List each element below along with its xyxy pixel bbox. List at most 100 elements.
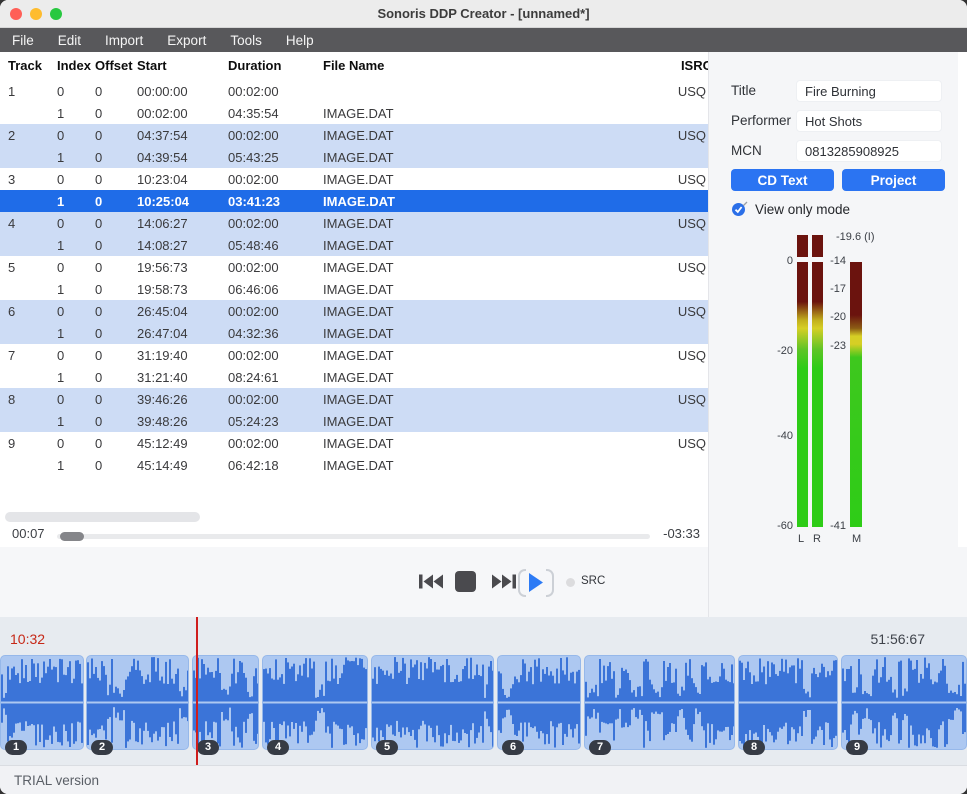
menu-item-tools[interactable]: Tools [230, 33, 262, 48]
table-row[interactable]: 1039:48:2605:24:23IMAGE.DAT [0, 410, 708, 432]
column-header-index[interactable]: Index [57, 58, 95, 73]
menu-item-file[interactable]: File [12, 33, 34, 48]
table-cell: 0 [95, 414, 137, 429]
menu-item-export[interactable]: Export [167, 33, 206, 48]
table-row[interactable]: 60026:45:0400:02:00IMAGE.DATUSQ [0, 300, 708, 322]
menu-item-import[interactable]: Import [105, 33, 143, 48]
stop-button[interactable] [455, 571, 476, 592]
next-track-icon [491, 573, 517, 590]
table-cell: IMAGE.DAT [323, 282, 560, 297]
table-row[interactable]: 1031:21:4008:24:61IMAGE.DAT [0, 366, 708, 388]
table-cell: 0 [57, 304, 95, 319]
waveform-track-block[interactable]: 4 [262, 655, 368, 750]
menu-bar: File Edit Import Export Tools Help [0, 28, 967, 52]
track-marker: 5 [376, 740, 398, 755]
meter-scale-label: -41 [812, 520, 846, 532]
table-row[interactable]: 70031:19:4000:02:00IMAGE.DATUSQ [0, 344, 708, 366]
table-cell: 0 [95, 128, 137, 143]
previous-track-button[interactable] [418, 573, 444, 593]
meter-scale-label: -60 [759, 520, 793, 532]
view-only-mode-checkbox[interactable]: View only mode [731, 201, 850, 217]
waveform-track-block[interactable]: 7 [584, 655, 735, 750]
table-cell: 0 [95, 436, 137, 451]
table-row[interactable]: 30010:23:0400:02:00IMAGE.DATUSQ [0, 168, 708, 190]
title-field[interactable] [796, 80, 942, 102]
table-row[interactable]: 90045:12:4900:02:00IMAGE.DATUSQ [0, 432, 708, 454]
waveform-track-strip: 123456789 [0, 655, 967, 750]
track-marker: 9 [846, 740, 868, 755]
remaining-time: -03:33 [650, 526, 700, 541]
table-row[interactable]: 1019:58:7306:46:06IMAGE.DAT [0, 278, 708, 300]
title-bar: Sonoris DDP Creator - [unnamed*] [0, 0, 967, 28]
waveform-track-block[interactable]: 1 [0, 655, 84, 750]
column-header-filename[interactable]: File Name [323, 58, 560, 73]
column-header-isrc[interactable]: ISRC [560, 58, 708, 73]
table-cell: 0 [95, 172, 137, 187]
playback-position-track[interactable] [57, 534, 650, 539]
table-row[interactable]: 1000:02:0004:35:54IMAGE.DAT [0, 102, 708, 124]
waveform-track-block[interactable]: 5 [371, 655, 494, 750]
menu-item-help[interactable]: Help [286, 33, 314, 48]
table-row[interactable]: 1026:47:0404:32:36IMAGE.DAT [0, 322, 708, 344]
table-row[interactable]: 10000:00:0000:02:00USQ [0, 80, 708, 102]
table-cell: 14:08:27 [137, 238, 228, 253]
table-cell: 08:24:61 [228, 370, 323, 385]
table-row[interactable]: 1010:25:0403:41:23IMAGE.DAT [0, 190, 708, 212]
table-row[interactable]: 80039:46:2600:02:00IMAGE.DATUSQ [0, 388, 708, 410]
minimize-window-icon[interactable] [30, 8, 42, 20]
performer-field[interactable] [796, 110, 942, 132]
column-header-start[interactable]: Start [137, 58, 228, 73]
view-only-mode-label: View only mode [755, 202, 850, 217]
column-header-offset[interactable]: Offset [95, 58, 137, 73]
right-channel-label: R [813, 533, 821, 545]
table-cell: IMAGE.DAT [323, 216, 560, 231]
mcn-field[interactable] [796, 140, 942, 162]
meter-scale-label: -40 [759, 430, 793, 442]
trial-version-text: TRIAL version [14, 773, 99, 788]
table-cell: USQ [560, 436, 708, 451]
cd-text-button[interactable]: CD Text [731, 169, 834, 191]
waveform-track-block[interactable]: 3 [192, 655, 259, 750]
table-row[interactable]: 40014:06:2700:02:00IMAGE.DATUSQ [0, 212, 708, 234]
menu-item-edit[interactable]: Edit [58, 33, 81, 48]
play-button[interactable] [527, 572, 544, 596]
table-cell: 00:00:00 [137, 84, 228, 99]
table-cell: 04:35:54 [228, 106, 323, 121]
track-table: Track Index Offset Start Duration File N… [0, 52, 708, 547]
horizontal-scrollbar-thumb[interactable] [5, 512, 200, 522]
project-button[interactable]: Project [842, 169, 945, 191]
close-window-icon[interactable] [10, 8, 22, 20]
table-row[interactable]: 1045:14:4906:42:18IMAGE.DAT [0, 454, 708, 476]
table-cell: 0 [95, 370, 137, 385]
column-header-duration[interactable]: Duration [228, 58, 323, 73]
waveform-track-block[interactable]: 2 [86, 655, 189, 750]
table-cell: 39:48:26 [137, 414, 228, 429]
table-cell: IMAGE.DAT [323, 370, 560, 385]
meter-scale-label: -23 [812, 340, 846, 352]
waveform-overview: 10:32 51:56:67 123456789 [0, 617, 967, 765]
table-cell: 0 [95, 326, 137, 341]
next-track-button[interactable] [491, 573, 517, 593]
waveform-track-block[interactable]: 9 [841, 655, 967, 750]
table-cell: IMAGE.DAT [323, 414, 560, 429]
playback-position-thumb[interactable] [60, 532, 84, 541]
table-row[interactable]: 50019:56:7300:02:00IMAGE.DATUSQ [0, 256, 708, 278]
track-marker: 3 [197, 740, 219, 755]
column-header-track[interactable]: Track [8, 58, 57, 73]
mcn-label: MCN [731, 143, 762, 158]
waveform-track-block[interactable]: 8 [738, 655, 838, 750]
table-cell: USQ [560, 84, 708, 99]
table-cell: IMAGE.DAT [323, 304, 560, 319]
table-cell: IMAGE.DAT [323, 106, 560, 121]
table-cell: USQ [560, 260, 708, 275]
playhead-line[interactable] [196, 617, 198, 765]
table-cell: 05:48:46 [228, 238, 323, 253]
waveform-track-block[interactable]: 6 [497, 655, 581, 750]
table-cell: 9 [8, 436, 57, 451]
table-row[interactable]: 1004:39:5405:43:25IMAGE.DAT [0, 146, 708, 168]
zoom-window-icon[interactable] [50, 8, 62, 20]
table-row[interactable]: 1014:08:2705:48:46IMAGE.DAT [0, 234, 708, 256]
table-row[interactable]: 20004:37:5400:02:00IMAGE.DATUSQ [0, 124, 708, 146]
src-indicator-dot[interactable] [566, 578, 575, 587]
meter-scale-label: -20 [759, 345, 793, 357]
